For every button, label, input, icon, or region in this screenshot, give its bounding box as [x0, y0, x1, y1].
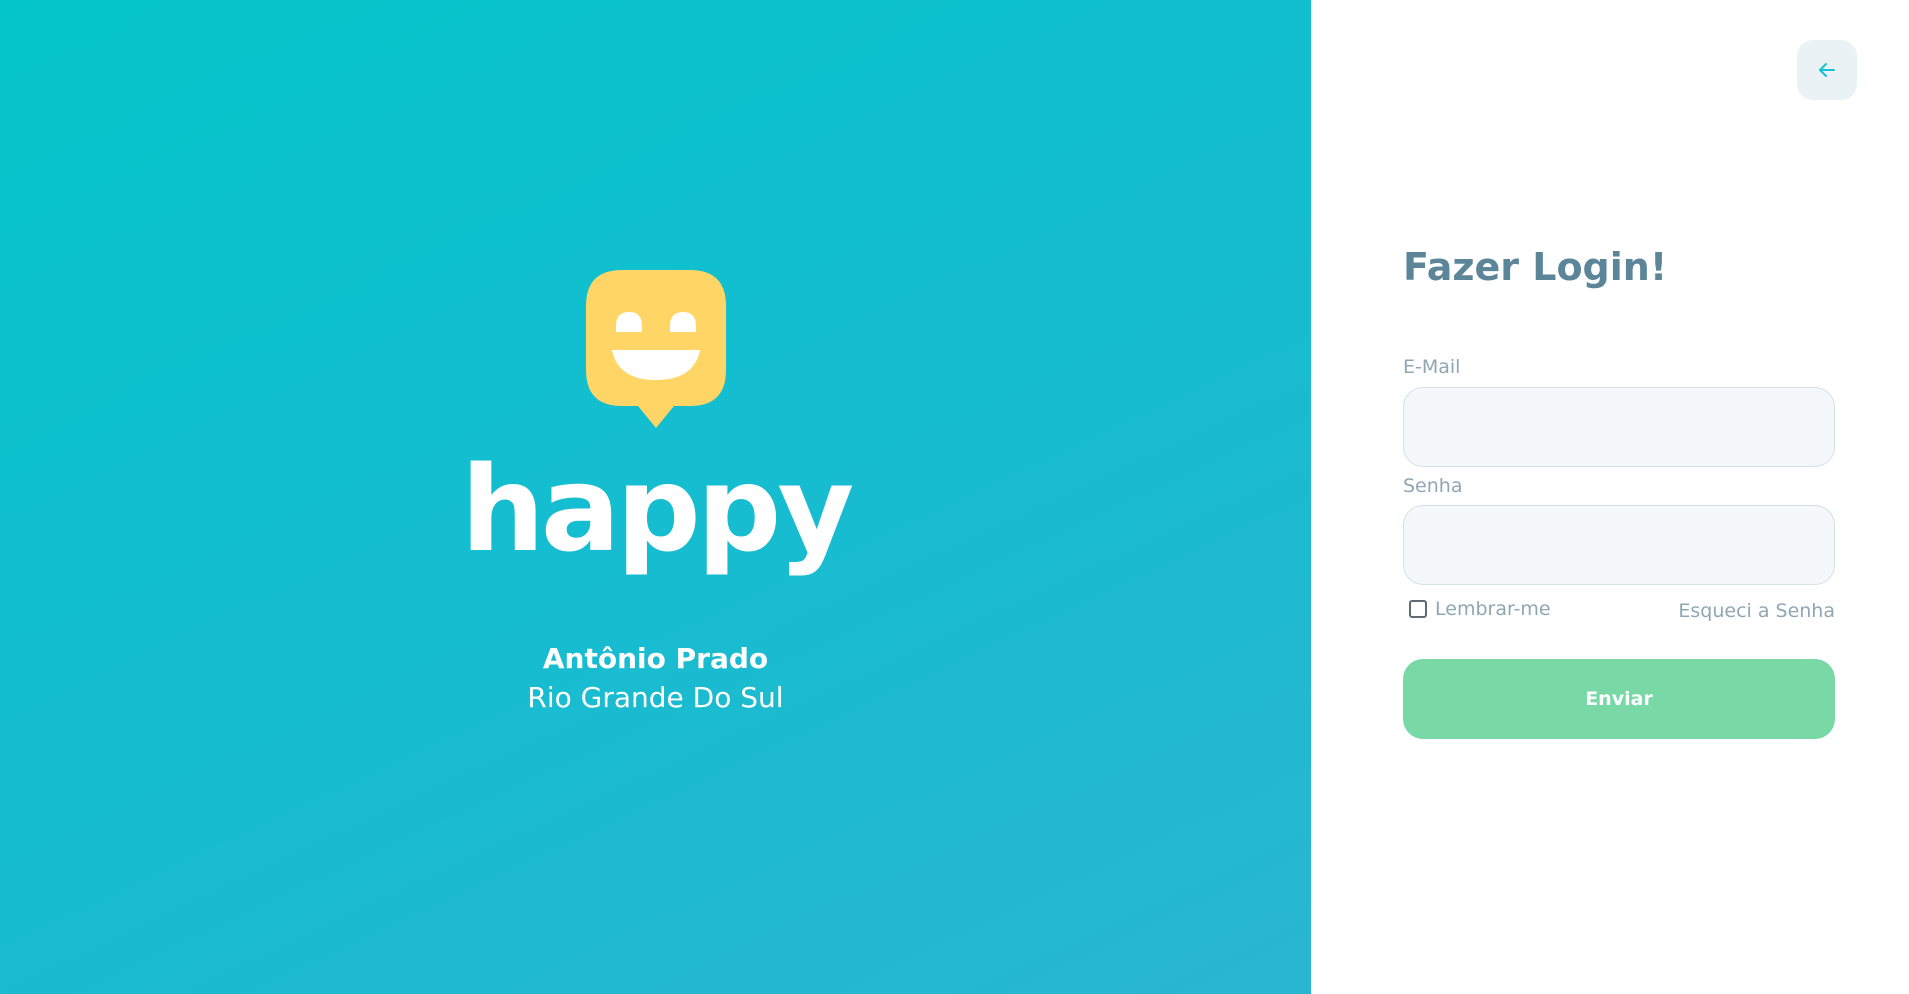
email-label: E-Mail [1403, 356, 1461, 378]
location-state: Rio Grande Do Sul [527, 681, 784, 714]
arrow-left-icon [1819, 63, 1835, 77]
password-label: Senha [1403, 475, 1463, 497]
location: Antônio Prado Rio Grande Do Sul [0, 640, 1311, 718]
back-button[interactable] [1797, 40, 1857, 100]
submit-button[interactable]: Enviar [1403, 659, 1835, 739]
location-city: Antônio Prado [542, 642, 769, 675]
remember-me-checkbox[interactable] [1409, 600, 1427, 618]
hero-panel: happy Antônio Prado Rio Grande Do Sul [0, 0, 1311, 994]
password-field[interactable] [1403, 505, 1835, 585]
login-panel: Fazer Login! E-Mail Senha Lembrar-me Esq… [1311, 0, 1909, 994]
remember-me-label[interactable]: Lembrar-me [1435, 598, 1551, 620]
page-title: Fazer Login! [1403, 245, 1668, 289]
forgot-password-link[interactable]: Esqueci a Senha [1678, 600, 1835, 622]
logo: happy [0, 270, 1311, 568]
email-field[interactable] [1403, 387, 1835, 467]
smiley-chat-bubble-icon [585, 270, 726, 428]
remember-me: Lembrar-me [1409, 598, 1551, 620]
wordmark: happy [460, 440, 854, 578]
login-page: happy Antônio Prado Rio Grande Do Sul Fa… [0, 0, 1909, 994]
